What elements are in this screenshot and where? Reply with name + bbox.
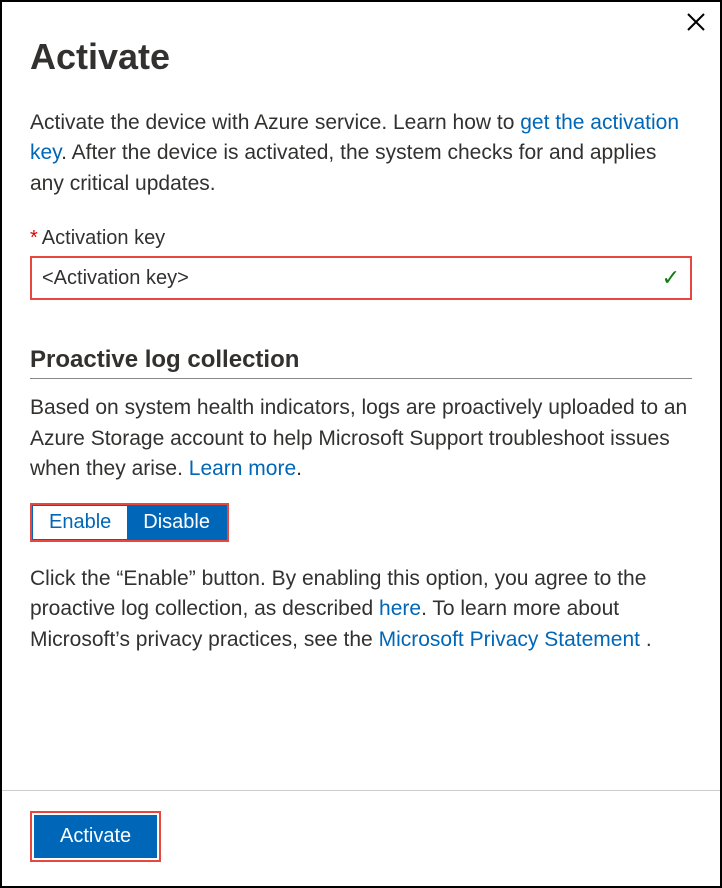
proactive-desc-suffix: . — [296, 457, 302, 480]
section-divider — [30, 378, 692, 379]
panel-content: Activate Activate the device with Azure … — [2, 2, 720, 790]
proactive-description: Based on system health indicators, logs … — [30, 393, 692, 484]
intro-prefix: Activate the device with Azure service. … — [30, 111, 520, 134]
intro-text: Activate the device with Azure service. … — [30, 108, 692, 199]
panel-footer: Activate — [2, 790, 720, 886]
checkmark-icon: ✓ — [662, 265, 680, 291]
activation-key-label-text: Activation key — [42, 227, 165, 249]
here-link[interactable]: here — [379, 597, 421, 620]
privacy-statement-link[interactable]: Microsoft Privacy Statement — [379, 628, 640, 651]
enable-button[interactable]: Enable — [33, 506, 127, 539]
close-icon[interactable] — [686, 10, 706, 36]
agree-part3: . — [640, 628, 652, 651]
proactive-agreement: Click the “Enable” button. By enabling t… — [30, 564, 692, 655]
learn-more-link[interactable]: Learn more — [189, 457, 296, 480]
page-title: Activate — [30, 36, 692, 78]
activation-key-label: *Activation key — [30, 227, 692, 250]
proactive-desc-prefix: Based on system health indicators, logs … — [30, 396, 687, 480]
proactive-heading: Proactive log collection — [30, 346, 692, 374]
intro-suffix: . After the device is activated, the sys… — [30, 141, 656, 194]
activation-key-input[interactable]: <Activation key> ✓ — [30, 256, 692, 300]
required-star: * — [30, 227, 38, 249]
enable-disable-toggle: Enable Disable — [30, 503, 229, 542]
activation-key-value: <Activation key> — [42, 267, 662, 290]
activate-panel: Activate Activate the device with Azure … — [0, 0, 722, 888]
disable-button[interactable]: Disable — [127, 506, 226, 539]
activate-button-highlight: Activate — [30, 811, 161, 862]
activate-button[interactable]: Activate — [34, 815, 157, 858]
